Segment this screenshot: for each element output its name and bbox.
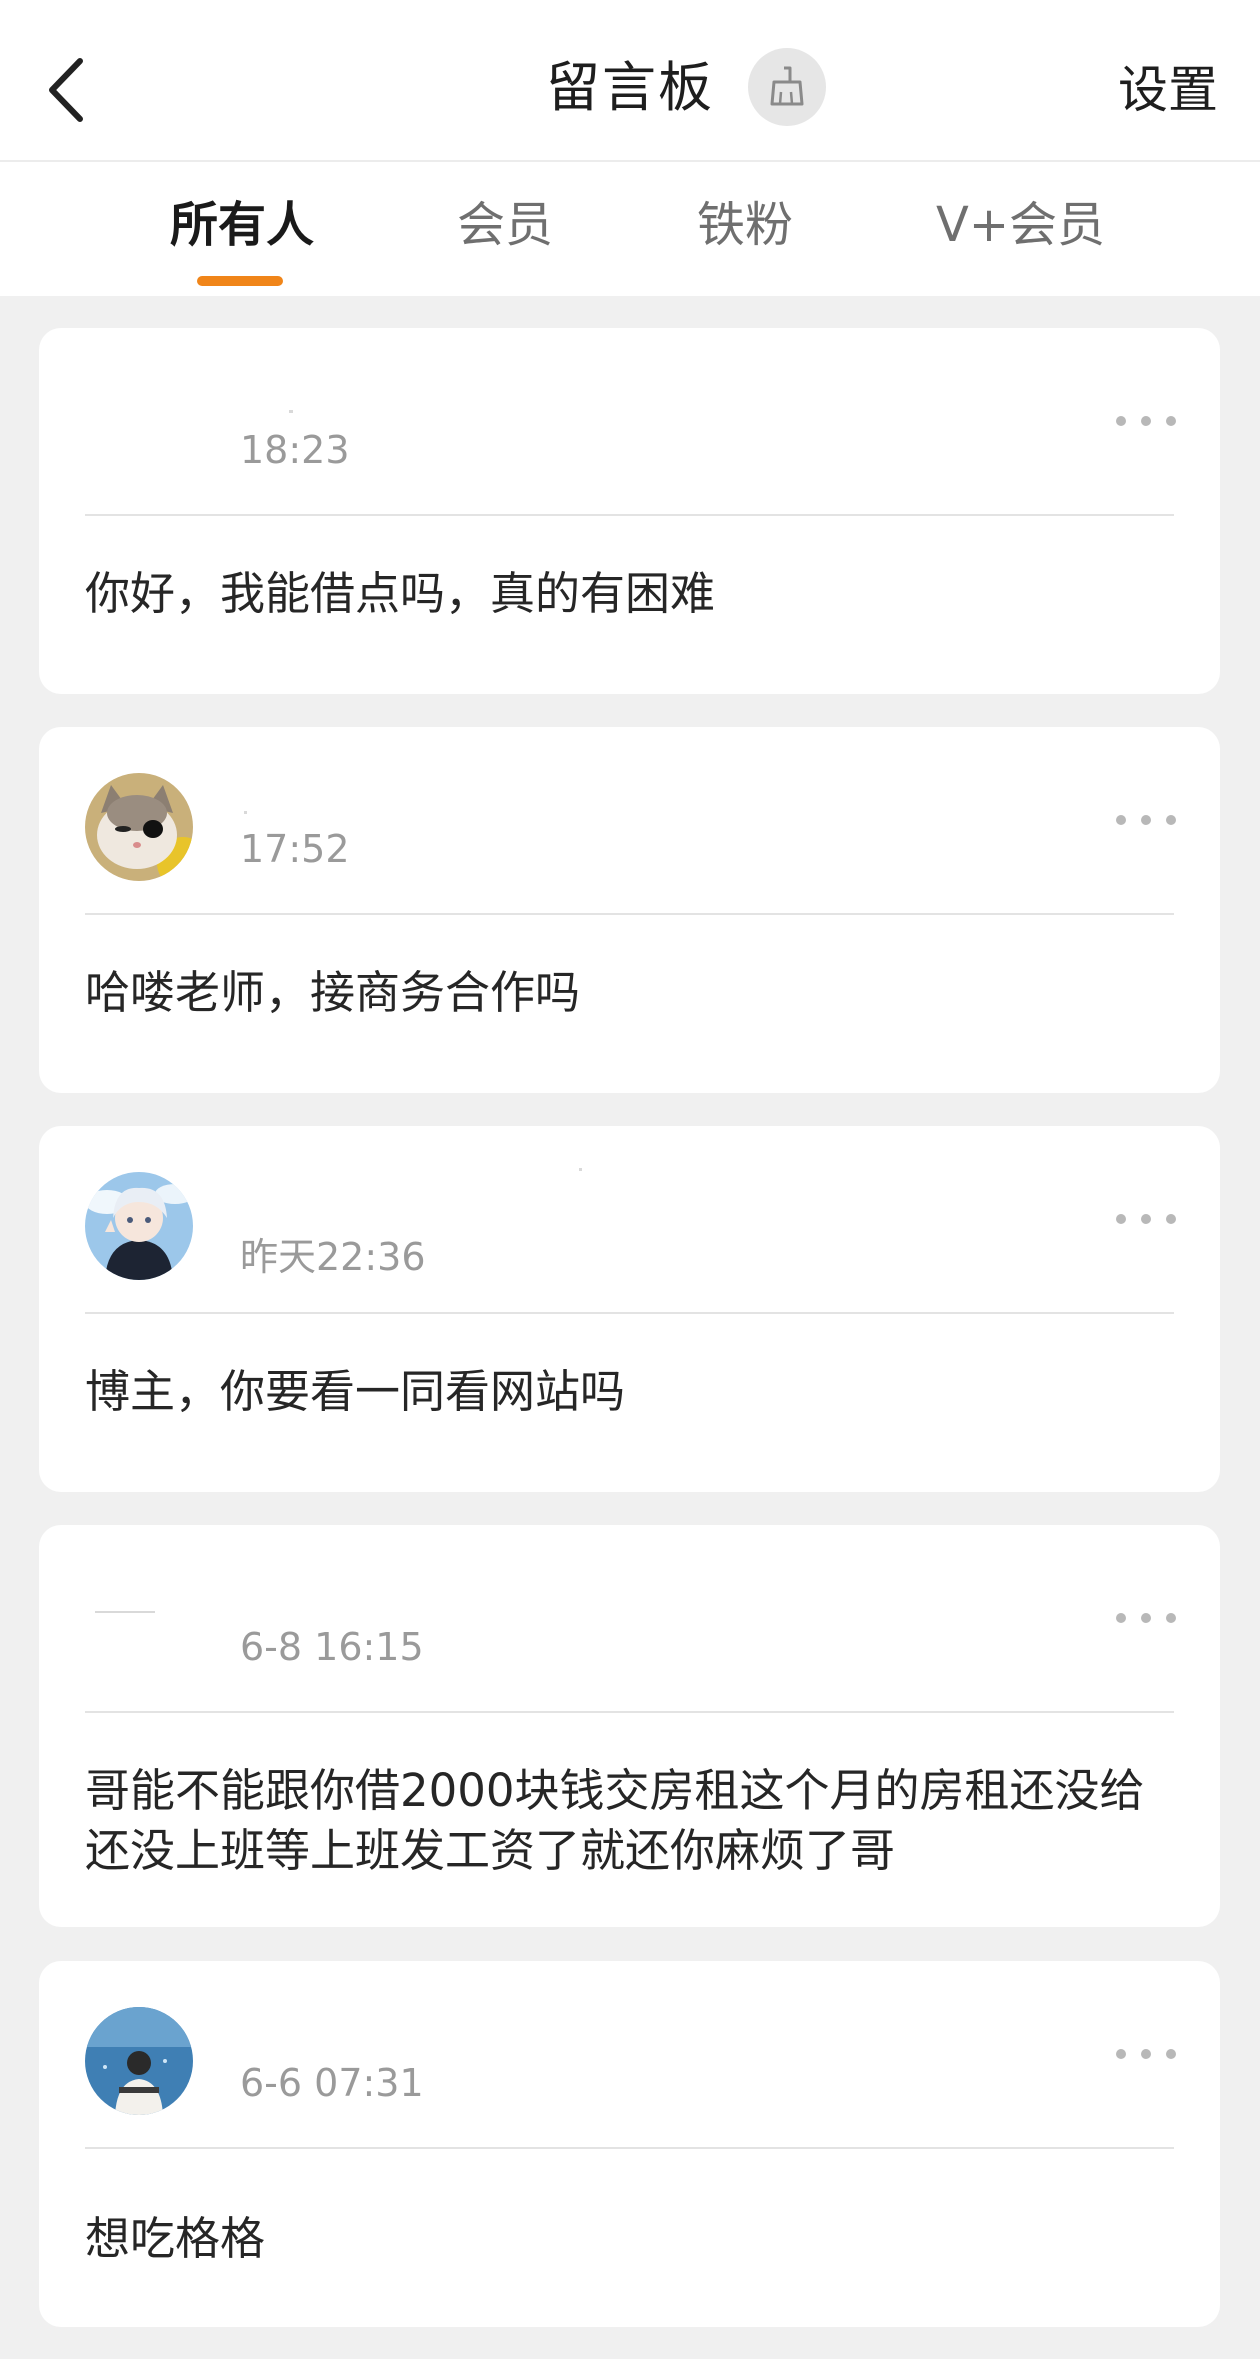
- message-card[interactable]: 6-8 16:15 哥能不能跟你借2000块钱交房租这个月的房租还没给还没上班等…: [39, 1525, 1220, 1927]
- username-placeholder: [244, 811, 247, 814]
- card-divider: [85, 2147, 1174, 2149]
- username-placeholder: [95, 1611, 155, 1613]
- message-card[interactable]: 昨天22:36 博主，你要看一同看网站吗: [39, 1126, 1220, 1492]
- message-text: 哥能不能跟你借2000块钱交房租这个月的房租还没给还没上班等上班发工资了就还你麻…: [85, 1764, 1145, 1877]
- more-options-button[interactable]: [1116, 2039, 1176, 2069]
- message-text: 博主，你要看一同看网站吗: [85, 1365, 626, 1418]
- cat-avatar-image: [85, 773, 193, 881]
- more-options-button[interactable]: [1116, 805, 1176, 835]
- message-time: 昨天22:36: [240, 1235, 426, 1279]
- avatar[interactable]: [85, 2007, 193, 2115]
- tab-bar: 所有人 会员 铁粉 V+会员: [0, 162, 1260, 296]
- avatar[interactable]: [85, 773, 193, 881]
- more-options-button[interactable]: [1116, 1204, 1176, 1234]
- top-bar: 留言板 设置: [0, 0, 1260, 162]
- anime-avatar-image: [85, 1172, 193, 1280]
- message-time: 6-6 07:31: [240, 2061, 424, 2105]
- chevron-left-icon: [49, 58, 83, 122]
- tab-everyone[interactable]: 所有人: [170, 190, 314, 260]
- tab-members[interactable]: 会员: [457, 190, 553, 260]
- card-divider: [85, 913, 1174, 915]
- more-options-button[interactable]: [1116, 1603, 1176, 1633]
- message-text: 想吃格格: [85, 2212, 266, 2265]
- message-card[interactable]: 17:52 哈喽老师，接商务合作吗: [39, 727, 1220, 1093]
- broom-icon: [770, 66, 804, 106]
- message-card[interactable]: 18:23 你好，我能借点吗，真的有困难: [39, 328, 1220, 694]
- more-options-button[interactable]: [1116, 406, 1176, 436]
- message-text: 哈喽老师，接商务合作吗: [85, 966, 581, 1019]
- message-card[interactable]: 6-6 07:31 想吃格格: [39, 1961, 1220, 2327]
- message-time: 17:52: [240, 827, 350, 871]
- message-time: 18:23: [240, 428, 350, 472]
- back-button[interactable]: [36, 50, 96, 130]
- card-divider: [85, 1711, 1174, 1713]
- card-divider: [85, 1312, 1174, 1314]
- avatar[interactable]: [85, 1172, 193, 1280]
- active-tab-indicator: [197, 276, 283, 286]
- username-placeholder: [579, 1168, 582, 1171]
- tab-iron-fans[interactable]: 铁粉: [697, 190, 793, 260]
- message-time: 6-8 16:15: [240, 1625, 424, 1669]
- page-title: 留言板: [546, 56, 714, 119]
- username-placeholder: [289, 410, 293, 413]
- settings-link[interactable]: 设置: [1118, 52, 1218, 128]
- message-text: 你好，我能借点吗，真的有困难: [85, 567, 716, 620]
- tab-vplus-members[interactable]: V+会员: [936, 190, 1105, 260]
- photo-avatar-image: [85, 2007, 193, 2115]
- clear-button[interactable]: [748, 48, 826, 126]
- card-divider: [85, 514, 1174, 516]
